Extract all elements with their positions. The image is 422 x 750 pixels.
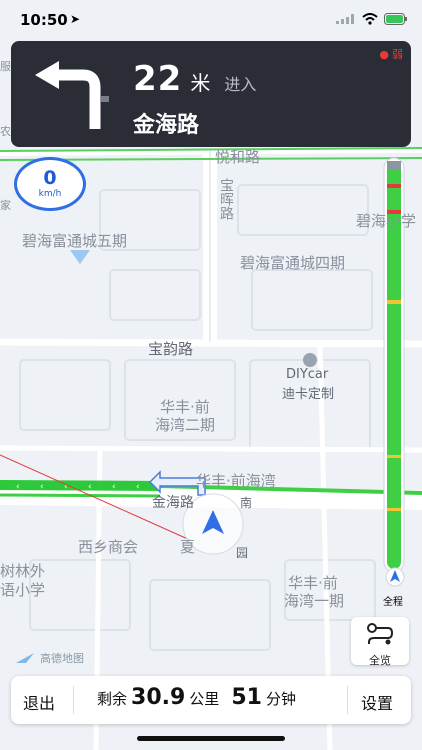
gps-signal-indicator: ● 弱 [379, 47, 403, 62]
map-label: 华丰·前海湾 [196, 472, 276, 490]
settings-button[interactable]: 设置 [361, 690, 393, 714]
full-view-label: 全览 [369, 654, 391, 667]
turn-left-icon [35, 61, 109, 129]
home-indicator[interactable] [137, 736, 285, 741]
divider [347, 686, 348, 714]
road-label: 园 [236, 546, 249, 560]
svg-text:‹: ‹ [16, 482, 20, 492]
speed-unit: km/h [38, 189, 62, 199]
map-label: 宝韵路 [148, 340, 194, 358]
exit-button[interactable]: 退出 [23, 690, 55, 714]
map-label: 碧海富通城四期 [240, 254, 346, 272]
speedometer: 0 km/h [14, 157, 86, 211]
remain-distance: 30.9 [131, 685, 186, 710]
amap-logo: 高德地图 [14, 650, 84, 666]
status-bar: 10:50 ➤ [0, 0, 422, 40]
map-label: 夏 [180, 538, 196, 556]
map-label: 农 [0, 125, 11, 138]
navigation-arrow-icon [385, 567, 405, 587]
turn-action: 进入 [224, 75, 257, 94]
map-label: 语小学 [0, 581, 46, 599]
svg-text:‹: ‹ [88, 482, 92, 492]
overview-label: 全程 [383, 597, 403, 608]
remaining-summary: 剩余 30.9 公里 51 分钟 [97, 685, 296, 710]
satellite-icon: ● [379, 47, 389, 61]
road-label: 金海路 [152, 495, 194, 511]
route-icon [367, 623, 394, 645]
signal-icon [336, 14, 354, 24]
map-label: 碧海富通城五期 [22, 232, 128, 250]
turn-distance: 22 [133, 59, 183, 99]
map-label: 迪卡定制 [282, 387, 335, 402]
remain-time-unit: 分钟 [265, 690, 296, 708]
remain-time: 51 [231, 685, 262, 710]
map-label: DIYcar [286, 367, 329, 382]
map-label: 悦和路 [215, 148, 261, 166]
route-overview-toggle[interactable]: 全程 [382, 567, 408, 608]
map-label: 西乡商会 [78, 538, 139, 556]
location-arrow-icon: ➤ [70, 12, 81, 26]
svg-text:‹: ‹ [112, 482, 116, 492]
battery-icon [384, 13, 407, 25]
navigation-instruction-panel: 22 米 进入 金海路 ● 弱 [11, 41, 411, 147]
turn-distance-unit: 米 [190, 71, 211, 95]
logo-text: 高德地图 [40, 652, 84, 665]
bottom-bar: 退出 剩余 30.9 公里 51 分钟 设置 [11, 676, 411, 724]
map-label: 家 [0, 199, 11, 212]
svg-text:‹: ‹ [136, 482, 140, 492]
amap-logo-icon [16, 653, 34, 663]
status-time: 10:50 [20, 11, 68, 29]
map-label: 碧海小学 [356, 212, 417, 230]
remain-prefix: 剩余 [97, 690, 128, 708]
map-label: 宝晖路 [218, 178, 234, 220]
map-label: 服 [0, 60, 11, 73]
wifi-icon [362, 13, 378, 25]
svg-text:‹: ‹ [40, 482, 44, 492]
road-label: 南 [240, 496, 253, 510]
map-label: 树林外 [0, 562, 46, 580]
divider [73, 686, 74, 714]
map-label: 海湾一期 [284, 592, 345, 610]
full-view-button[interactable]: 全览 [351, 617, 409, 667]
speed-value: 0 [43, 167, 57, 189]
remain-distance-unit: 公里 [189, 690, 220, 708]
map-label: 海湾二期 [155, 416, 216, 434]
next-road-name: 金海路 [133, 113, 200, 138]
